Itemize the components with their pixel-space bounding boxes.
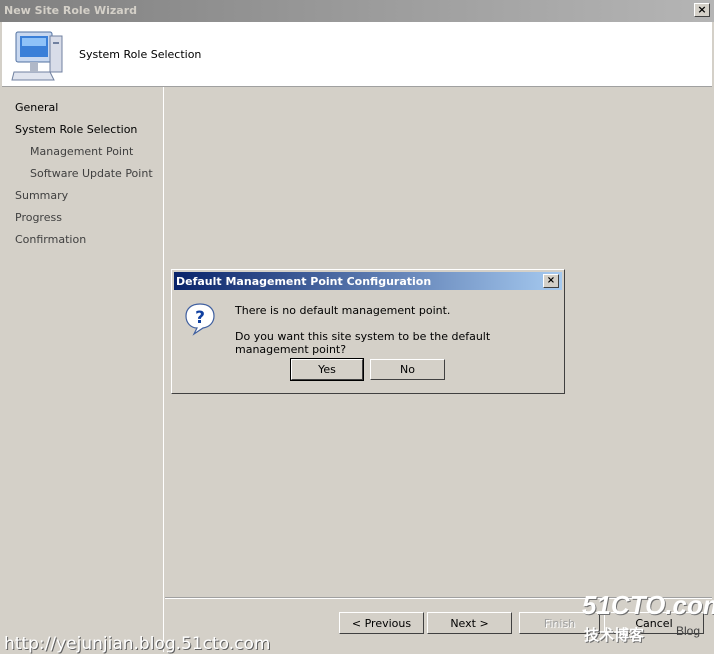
yes-button[interactable]: Yes — [290, 358, 364, 381]
dialog-close-button[interactable]: × — [543, 274, 559, 288]
dialog-title: Default Management Point Configuration — [176, 275, 432, 288]
close-icon: × — [697, 3, 707, 16]
wizard-header: System Role Selection — [2, 22, 712, 87]
next-button[interactable]: Next > — [427, 612, 512, 634]
nav-item-general: General — [15, 101, 59, 114]
nav-item-system-role-selection: System Role Selection — [15, 123, 138, 136]
computer-icon — [11, 31, 63, 81]
window-titlebar[interactable]: New Site Role Wizard × — [0, 0, 714, 22]
svg-text:?: ? — [195, 308, 205, 328]
previous-button[interactable]: < Previous — [339, 612, 424, 634]
nav-item-management-point: Management Point — [30, 145, 134, 158]
nav-item-summary: Summary — [15, 189, 69, 202]
wizard-nav: General System Role Selection Management… — [2, 87, 164, 652]
close-icon: × — [546, 275, 556, 286]
no-button[interactable]: No — [370, 359, 445, 380]
watermark-blog: Blog — [676, 624, 701, 638]
wizard-window: New Site Role Wizard × System Role Selec… — [0, 0, 714, 654]
nav-item-confirmation: Confirmation — [15, 233, 87, 246]
default-mp-dialog: Default Management Point Configuration ×… — [171, 269, 565, 394]
nav-item-software-update-point: Software Update Point — [30, 167, 153, 180]
window-title: New Site Role Wizard — [4, 4, 138, 17]
watermark-subtitle: 技术博客 — [584, 626, 645, 644]
dialog-message-line1: There is no default management point. — [235, 304, 451, 317]
watermark-logo: 51CTO.com — [582, 590, 714, 620]
watermark-url: http://yejunjian.blog.51cto.com — [4, 634, 271, 654]
nav-item-progress: Progress — [15, 211, 62, 224]
page-title: System Role Selection — [79, 48, 202, 61]
nav-divider — [163, 87, 164, 652]
window-close-button[interactable]: × — [694, 3, 710, 17]
question-icon: ? — [185, 303, 215, 336]
dialog-message-line2: Do you want this site system to be the d… — [235, 330, 491, 356]
dialog-titlebar[interactable]: Default Management Point Configuration × — [174, 272, 562, 290]
